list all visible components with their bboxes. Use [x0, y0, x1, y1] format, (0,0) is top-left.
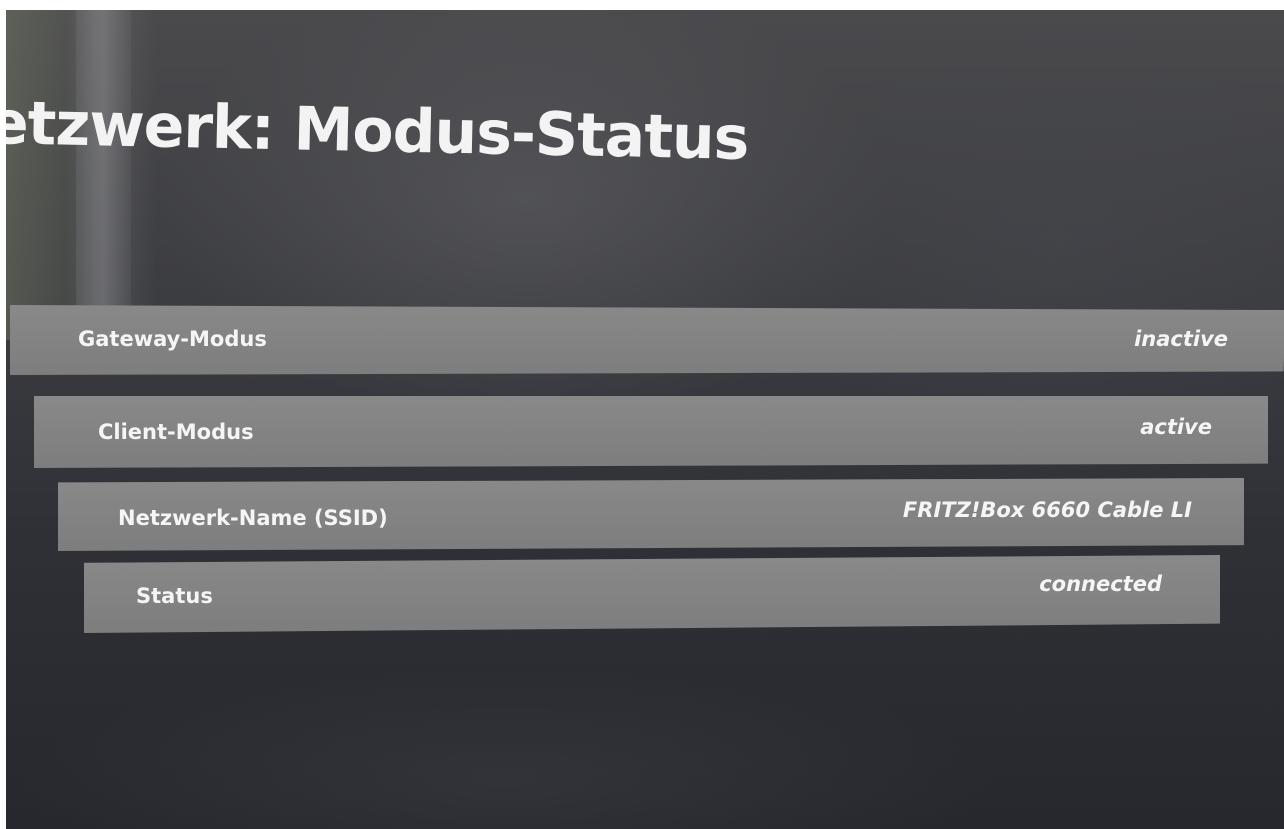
row-label: Netzwerk-Name (SSID): [118, 506, 388, 530]
row-label: Status: [136, 584, 213, 608]
row-label: Gateway-Modus: [78, 327, 267, 351]
row-label: Client-Modus: [98, 420, 254, 444]
row-value: FRITZ!Box 6660 Cable LI: [902, 498, 1192, 522]
row-network-name[interactable]: Netzwerk-Name (SSID) FRITZ!Box 6660 Cabl…: [58, 478, 1244, 551]
row-value: active: [1140, 415, 1212, 439]
row-client-mode[interactable]: Client-Modus active: [34, 396, 1268, 468]
row-gateway-mode[interactable]: Gateway-Modus inactive: [10, 305, 1284, 375]
screen-glare: [6, 650, 1284, 829]
tv-screen: etzwerk: Modus-Status Gateway-Modus inac…: [6, 10, 1284, 829]
row-status[interactable]: Status connected: [84, 555, 1220, 633]
row-value: inactive: [1134, 327, 1228, 351]
row-value: connected: [1039, 572, 1162, 596]
